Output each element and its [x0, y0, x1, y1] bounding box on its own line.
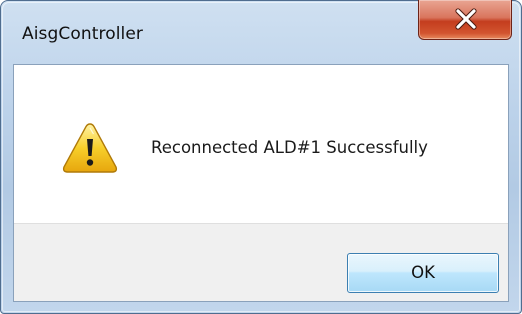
close-icon [455, 8, 477, 30]
window-title: AisgController [22, 24, 144, 44]
close-button[interactable] [418, 0, 512, 40]
warning-icon [62, 123, 118, 173]
button-bar: OK [14, 223, 508, 301]
message-text: Reconnected ALD#1 Successfully [151, 138, 428, 157]
message-box-window: AisgController Reconnected ALD#1 Success… [0, 0, 522, 314]
title-bar[interactable]: AisgController [0, 0, 522, 64]
dialog-client-area: Reconnected ALD#1 Successfully OK [13, 64, 509, 302]
ok-button[interactable]: OK [347, 253, 499, 293]
message-area: Reconnected ALD#1 Successfully [14, 65, 508, 223]
